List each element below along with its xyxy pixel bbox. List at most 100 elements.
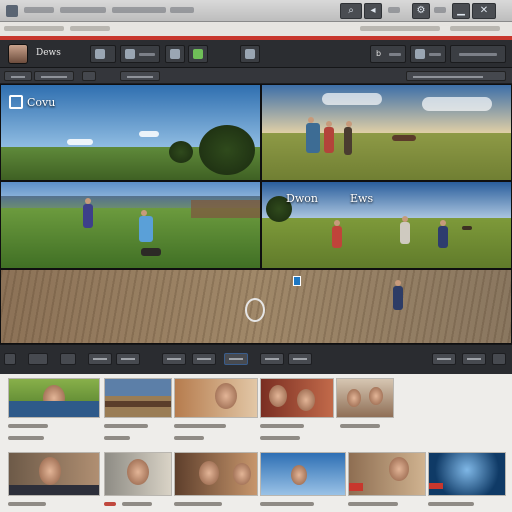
- address-placeholder: [360, 26, 440, 31]
- caption-placeholder: [174, 502, 222, 506]
- cloud: [139, 131, 159, 137]
- hills: [191, 200, 260, 218]
- options-label-placeholder: [429, 53, 441, 56]
- back-button[interactable]: [90, 45, 116, 63]
- thumbnail[interactable]: [336, 378, 394, 418]
- caption-placeholder: [104, 502, 116, 506]
- play-icon[interactable]: [245, 298, 265, 322]
- thumbnail[interactable]: [428, 452, 506, 496]
- timeline-control[interactable]: [60, 353, 76, 365]
- timeline-control[interactable]: [28, 353, 48, 365]
- face: [369, 387, 383, 405]
- address-placeholder: [4, 26, 64, 31]
- tile-title: Covu: [27, 96, 56, 109]
- tab-placeholder: [41, 76, 67, 78]
- timeline-control[interactable]: [192, 353, 216, 365]
- media-tile[interactable]: [261, 84, 512, 181]
- color-button[interactable]: [188, 45, 208, 63]
- person-head: [308, 117, 314, 123]
- caption-placeholder: [122, 502, 152, 506]
- caption-placeholder: [8, 424, 48, 428]
- person: [393, 280, 403, 310]
- search-button[interactable]: ⌕: [340, 3, 362, 19]
- timeline-control[interactable]: [260, 353, 284, 365]
- tool-label-placeholder: [139, 53, 155, 56]
- control-placeholder: [437, 358, 451, 360]
- media-tile[interactable]: Covu: [0, 84, 261, 181]
- face: [233, 463, 251, 485]
- timeline-control[interactable]: [88, 353, 112, 365]
- person-head: [85, 198, 91, 204]
- avatar[interactable]: [8, 44, 28, 64]
- arrow-icon: ◂: [370, 5, 376, 16]
- timeline-control[interactable]: [116, 353, 140, 365]
- thumbnail[interactable]: [174, 378, 258, 418]
- menu-placeholder: [24, 7, 54, 13]
- options-button[interactable]: [410, 45, 446, 63]
- next-button[interactable]: [492, 353, 506, 365]
- media-tile[interactable]: [0, 181, 261, 269]
- media-tile[interactable]: [0, 269, 512, 344]
- clothing: [9, 485, 99, 495]
- close-button[interactable]: ✕: [472, 3, 496, 19]
- timeline-control[interactable]: [224, 353, 248, 365]
- window-icon[interactable]: [6, 5, 18, 17]
- export-button[interactable]: [240, 45, 260, 63]
- app-window: ⌕ ◂ ⚙ ▁ ✕ Dews b Covu Dwon Ews: [0, 0, 512, 512]
- person: [400, 216, 410, 244]
- face: [347, 389, 361, 407]
- export-icon: [245, 49, 255, 59]
- control-placeholder: [167, 358, 181, 360]
- thumbnail[interactable]: [8, 378, 100, 418]
- control-placeholder: [197, 358, 211, 360]
- control-placeholder: [121, 358, 135, 360]
- ground: [262, 218, 511, 268]
- control-placeholder: [467, 358, 481, 360]
- menu-placeholder: [170, 7, 194, 13]
- back-icon: [95, 49, 105, 59]
- person: [344, 121, 352, 155]
- person: [332, 220, 342, 248]
- thumbnail[interactable]: [260, 378, 334, 418]
- timeline-bar: [0, 344, 512, 374]
- nav-button[interactable]: ◂: [364, 3, 382, 19]
- timeline-control[interactable]: [462, 353, 486, 365]
- thumbnail[interactable]: [104, 378, 172, 418]
- timeline-control[interactable]: [432, 353, 456, 365]
- sub-tab[interactable]: [82, 71, 96, 81]
- face: [127, 459, 149, 485]
- marker-icon[interactable]: [293, 276, 301, 286]
- badge-icon: [9, 95, 23, 109]
- caption-placeholder: [104, 424, 148, 428]
- close-icon: ✕: [479, 5, 489, 16]
- person-head: [326, 121, 332, 127]
- timeline-control[interactable]: [162, 353, 186, 365]
- minimize-button[interactable]: ▁: [452, 3, 470, 19]
- tile-title: Dwon: [286, 192, 318, 205]
- thumbnail[interactable]: [260, 452, 346, 496]
- timeline-control[interactable]: [288, 353, 312, 365]
- cloud: [67, 139, 93, 145]
- grid-button[interactable]: [165, 45, 185, 63]
- sub-tab[interactable]: [34, 71, 74, 81]
- thumbnail[interactable]: [8, 452, 100, 496]
- tree: [169, 141, 193, 163]
- sub-tab[interactable]: [120, 71, 160, 81]
- menu-placeholder: [112, 7, 166, 13]
- face: [199, 461, 219, 485]
- thumbnail[interactable]: [104, 452, 172, 496]
- settings-button[interactable]: ⚙: [412, 3, 430, 19]
- thumbnail[interactable]: [174, 452, 258, 496]
- person-head: [402, 216, 408, 222]
- sub-tab[interactable]: [4, 71, 32, 81]
- caption-placeholder: [260, 502, 314, 506]
- minimize-icon: ▁: [457, 5, 465, 16]
- prev-button[interactable]: [4, 353, 16, 365]
- filter-field[interactable]: [406, 71, 506, 81]
- thumbnail[interactable]: [348, 452, 426, 496]
- tool-button[interactable]: [120, 45, 160, 63]
- view-button[interactable]: b: [370, 45, 406, 63]
- tile-subtitle: Ews: [350, 192, 374, 205]
- share-button[interactable]: [450, 45, 506, 63]
- media-tile[interactable]: Dwon Ews: [261, 181, 512, 269]
